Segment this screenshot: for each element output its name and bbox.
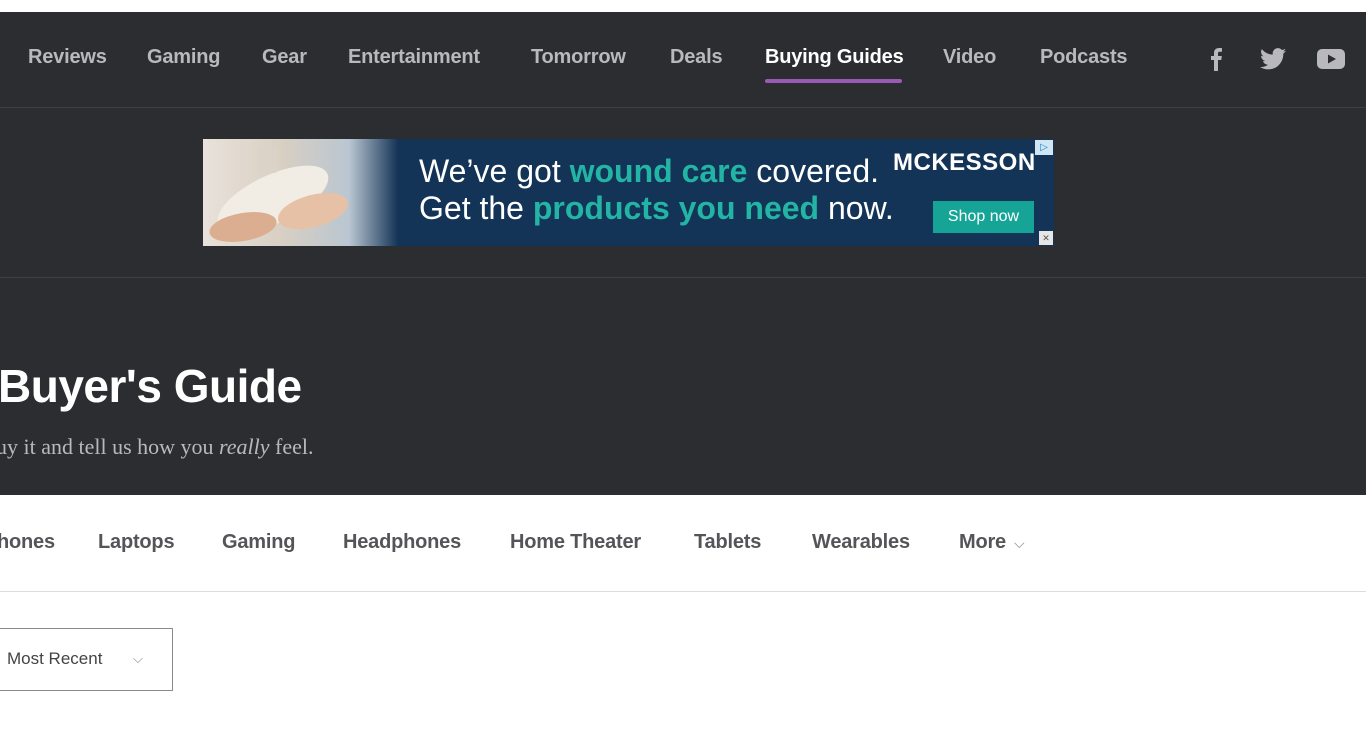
sort-selected-value: Most Recent [7,649,103,668]
nav-item-entertainment[interactable]: Entertainment [348,46,480,69]
ad-zone: We’ve got wound care covered. Get the pr… [0,109,1366,278]
ad-headline-line-2: Get the products you need now. [419,190,894,226]
category-home-theater[interactable]: Home Theater [510,531,641,554]
header-region: Reviews Gaming Gear Entertainment Tomorr… [0,12,1366,495]
nav-item-gear[interactable]: Gear [262,46,307,69]
category-wearables[interactable]: Wearables [812,531,910,554]
nav-item-video[interactable]: Video [943,46,996,69]
youtube-icon[interactable] [1316,46,1346,72]
category-gaming[interactable]: Gaming [222,531,295,554]
nav-item-buying-guides[interactable]: Buying Guides [765,46,904,69]
category-tablets[interactable]: Tablets [694,531,761,554]
category-phones[interactable]: hones [0,531,55,554]
ad-headline-line-1: We’ve got wound care covered. [419,153,880,189]
top-strip [0,0,1366,12]
nav-item-gaming[interactable]: Gaming [147,46,220,69]
nav-item-tomorrow[interactable]: Tomorrow [531,46,626,69]
main-nav: Reviews Gaming Gear Entertainment Tomorr… [0,12,1366,108]
active-nav-indicator [765,79,902,83]
category-bar: hones Laptops Gaming Headphones Home The… [0,495,1366,592]
chevron-down-icon: ⌵ [1013,535,1025,551]
sort-select[interactable]: Most Recent ⌵ [0,628,173,691]
category-headphones[interactable]: Headphones [343,531,461,554]
category-more-dropdown[interactable]: More ⌵ [959,531,1025,554]
category-laptops[interactable]: Laptops [98,531,175,554]
nav-item-reviews[interactable]: Reviews [28,46,107,69]
facebook-icon[interactable] [1207,46,1225,72]
page-subtitle: uy it and tell us how you really feel. [0,434,314,459]
ad-banner[interactable]: We’ve got wound care covered. Get the pr… [203,139,1054,246]
more-label: More [959,531,1006,553]
ad-brand-logo: MCKESSON [893,149,1036,176]
nav-item-podcasts[interactable]: Podcasts [1040,46,1128,69]
twitter-icon[interactable] [1259,46,1287,72]
chevron-down-icon: ⌵ [133,651,143,666]
ad-choices-icon[interactable]: ▷ [1035,140,1053,155]
ad-shop-now-button[interactable]: Shop now [933,201,1034,233]
nav-item-deals[interactable]: Deals [670,46,723,69]
page-title: Buyer's Guide [0,360,302,412]
ad-close-icon[interactable]: ✕ [1039,231,1053,245]
ad-photo [203,139,398,246]
